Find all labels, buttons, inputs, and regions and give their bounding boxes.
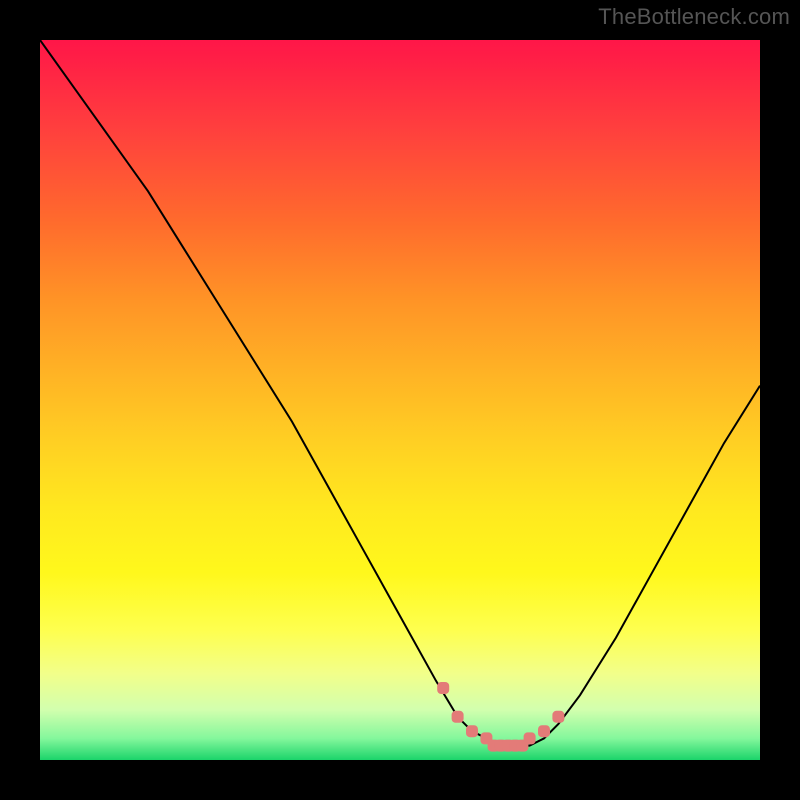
attribution-text: TheBottleneck.com: [598, 4, 790, 30]
marker-point: [524, 732, 536, 744]
marker-point: [452, 711, 464, 723]
chart-frame: TheBottleneck.com: [0, 0, 800, 800]
optimal-range-markers: [437, 682, 564, 752]
chart-svg: [40, 40, 760, 760]
bottleneck-curve: [40, 40, 760, 746]
marker-point: [552, 711, 564, 723]
marker-point: [538, 725, 550, 737]
marker-point: [466, 725, 478, 737]
marker-point: [437, 682, 449, 694]
plot-area: [40, 40, 760, 760]
